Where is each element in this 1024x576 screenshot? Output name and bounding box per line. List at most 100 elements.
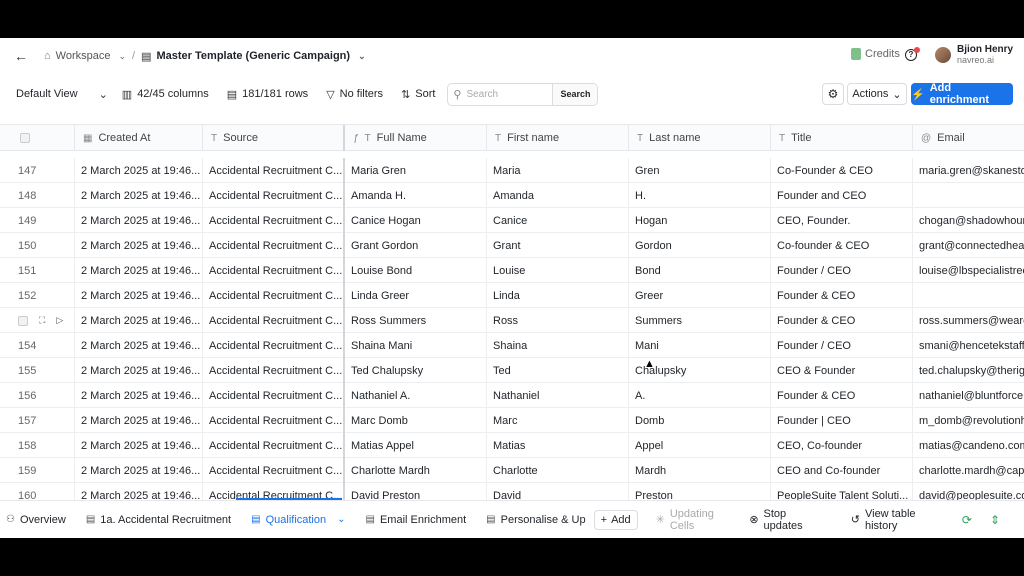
table-cell[interactable]: 2 March 2025 at 19:46... — [75, 358, 203, 383]
row-controls[interactable]: ⛶ ▷ — [0, 308, 75, 333]
table-cell[interactable]: Amanda H. — [345, 183, 487, 208]
table-cell[interactable]: 2 March 2025 at 19:46... — [75, 433, 203, 458]
table-cell[interactable]: Accidental Recruitment C... — [203, 158, 345, 183]
table-row[interactable]: 147 2 March 2025 at 19:46... Accidental Re… — [0, 158, 1024, 183]
tab-personalise[interactable]: ▤ Personalise & Up — [486, 514, 585, 526]
table-cell[interactable]: Accidental Recruitment C... — [203, 233, 345, 258]
table-cell[interactable]: H. — [629, 183, 771, 208]
table-cell[interactable]: Canice Hogan — [345, 208, 487, 233]
table-cell[interactable]: 2 March 2025 at 19:46... — [75, 408, 203, 433]
table-row[interactable]: 154 2 March 2025 at 19:46... Accidental Re… — [0, 333, 1024, 358]
actions-button[interactable]: Actions ⌄ — [847, 83, 907, 105]
table-cell[interactable]: 2 March 2025 at 19:46... — [75, 283, 203, 308]
table-cell[interactable] — [913, 283, 1024, 308]
table-cell[interactable]: 2 March 2025 at 19:46... — [75, 458, 203, 483]
table-cell[interactable]: Mani — [629, 333, 771, 358]
table-cell[interactable]: Gordon — [629, 233, 771, 258]
row-number[interactable]: 159 — [0, 458, 75, 483]
tab-overview[interactable]: ⚇ Overview — [6, 514, 66, 526]
table-cell[interactable]: Amanda — [487, 183, 629, 208]
expand-rows-icon[interactable]: ⇕ — [990, 513, 1000, 527]
table-cell[interactable]: Domb — [629, 408, 771, 433]
table-cell[interactable]: Louise — [487, 258, 629, 283]
table-row[interactable]: 150 2 March 2025 at 19:46... Accidental Re… — [0, 233, 1024, 258]
tab-qualification[interactable]: ▤ Qualification ⌄ — [251, 514, 345, 526]
table-row[interactable]: 149 2 March 2025 at 19:46... Accidental Re… — [0, 208, 1024, 233]
table-cell[interactable]: charlotte.mardh@capa — [913, 458, 1024, 483]
table-cell[interactable]: smani@hencetekstaffi — [913, 333, 1024, 358]
table-cell[interactable]: Founder and CEO — [771, 183, 913, 208]
table-row[interactable]: 158 2 March 2025 at 19:46... Accidental Re… — [0, 433, 1024, 458]
table-cell[interactable]: matias@candeno.com — [913, 433, 1024, 458]
table-cell[interactable]: Charlotte — [487, 458, 629, 483]
table-cell[interactable]: Founder / CEO — [771, 333, 913, 358]
table-row[interactable]: 152 2 March 2025 at 19:46... Accidental Re… — [0, 283, 1024, 308]
column-header-title[interactable]: T Title — [771, 125, 913, 151]
table-cell[interactable]: Accidental Recruitment C... — [203, 258, 345, 283]
table-cell[interactable]: 2 March 2025 at 19:46... — [75, 233, 203, 258]
table-cell[interactable]: 2 March 2025 at 19:46... — [75, 183, 203, 208]
row-number[interactable]: 158 — [0, 433, 75, 458]
table-cell[interactable]: Mardh — [629, 458, 771, 483]
table-cell[interactable]: 2 March 2025 at 19:46... — [75, 383, 203, 408]
table-cell[interactable]: Marc — [487, 408, 629, 433]
table-cell[interactable]: Accidental Recruitment C... — [203, 358, 345, 383]
user-menu[interactable]: Bjion Henry navreo.ai — [935, 44, 1013, 66]
table-cell[interactable]: CEO, Founder. — [771, 208, 913, 233]
table-cell[interactable]: Greer — [629, 283, 771, 308]
table-cell[interactable]: Preston — [629, 483, 771, 500]
column-header-created-at[interactable]: ▦ Created At — [75, 125, 203, 151]
stop-updates-button[interactable]: ⊗ Stop updates — [749, 508, 822, 532]
tab-email-enrichment[interactable]: ▤ Email Enrichment — [366, 514, 467, 526]
table-cell[interactable]: Grant Gordon — [345, 233, 487, 258]
table-cell[interactable]: 2 March 2025 at 19:46... — [75, 483, 203, 500]
search-input[interactable] — [466, 88, 553, 100]
table-cell[interactable]: Accidental Recruitment C... — [203, 383, 345, 408]
table-cell[interactable]: Founder & CEO — [771, 308, 913, 333]
table-cell[interactable]: Gren — [629, 158, 771, 183]
row-number[interactable]: 147 — [0, 158, 75, 183]
table-cell[interactable] — [913, 183, 1024, 208]
table-cell[interactable]: 2 March 2025 at 19:46... — [75, 258, 203, 283]
gear-icon[interactable]: ⚙ — [822, 83, 844, 105]
refresh-icon[interactable]: ⟳ — [962, 513, 972, 527]
table-cell[interactable]: ted.chalupsky@therigh — [913, 358, 1024, 383]
table-cell[interactable]: CEO and Co-founder — [771, 458, 913, 483]
table-cell[interactable]: 2 March 2025 at 19:46... — [75, 208, 203, 233]
row-number[interactable]: 155 — [0, 358, 75, 383]
table-row[interactable]: 160 2 March 2025 at 19:46... Accidental Re… — [0, 483, 1024, 500]
play-icon[interactable]: ▷ — [56, 315, 63, 326]
table-cell[interactable]: 2 March 2025 at 19:46... — [75, 333, 203, 358]
table-cell[interactable]: Ross Summers — [345, 308, 487, 333]
filter-button[interactable]: ▽ No filters — [326, 88, 383, 101]
table-cell[interactable]: chogan@shadowhoun — [913, 208, 1024, 233]
row-number[interactable]: 154 — [0, 333, 75, 358]
breadcrumb-workspace[interactable]: ⌂ Workspace ⌄ — [44, 50, 126, 62]
table-cell[interactable]: louise@lbspecialistrec — [913, 258, 1024, 283]
row-number[interactable]: 148 — [0, 183, 75, 208]
search-button[interactable]: Search — [552, 83, 598, 105]
table-cell[interactable]: nathaniel@bluntforce. — [913, 383, 1024, 408]
table-row[interactable]: 157 2 March 2025 at 19:46... Accidental Re… — [0, 408, 1024, 433]
expand-icon[interactable]: ⛶ — [39, 315, 45, 326]
table-row[interactable]: 156 2 March 2025 at 19:46... Accidental Re… — [0, 383, 1024, 408]
row-number[interactable]: 156 — [0, 383, 75, 408]
add-enrichment-button[interactable]: ⚡ Add enrichment — [911, 82, 1013, 106]
row-number[interactable]: 152 — [0, 283, 75, 308]
table-cell[interactable]: Grant — [487, 233, 629, 258]
table-cell[interactable]: Accidental Recruitment C... — [203, 333, 345, 358]
row-number[interactable]: 160 — [0, 483, 75, 500]
view-selector[interactable]: Default View ⌄ — [16, 88, 108, 101]
table-cell[interactable]: Founder & CEO — [771, 283, 913, 308]
table-cell[interactable]: Matias — [487, 433, 629, 458]
column-header-email[interactable]: @ Email — [913, 125, 1024, 151]
columns-button[interactable]: ▥ 42/45 columns — [122, 88, 209, 101]
table-cell[interactable]: Maria — [487, 158, 629, 183]
table-row[interactable]: ⛶ ▷ 2 March 2025 at 19:46... Accidental Rec… — [0, 308, 1024, 333]
table-row[interactable]: 159 2 March 2025 at 19:46... Accidental Re… — [0, 458, 1024, 483]
row-number[interactable]: 151 — [0, 258, 75, 283]
table-cell[interactable]: Co-founder & CEO — [771, 233, 913, 258]
table-cell[interactable]: Maria Gren — [345, 158, 487, 183]
table-cell[interactable]: Canice — [487, 208, 629, 233]
select-all-cell[interactable] — [0, 125, 75, 151]
